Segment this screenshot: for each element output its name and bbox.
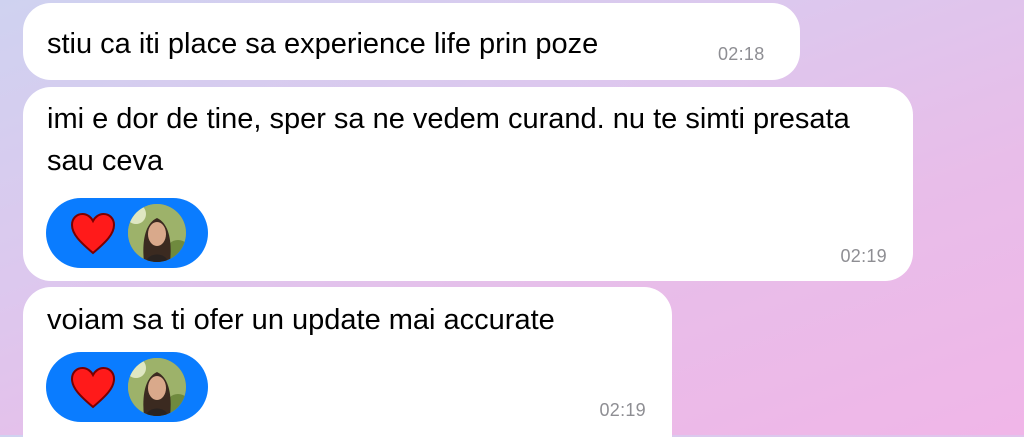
message-timestamp: 02:18 (718, 44, 765, 64)
reaction-pill[interactable] (46, 352, 208, 422)
avatar[interactable] (128, 204, 186, 262)
message-bubble[interactable]: voiam sa ti ofer un update mai accurate … (23, 287, 672, 437)
heart-icon (70, 213, 116, 255)
message-bubble[interactable]: stiu ca iti place sa experience life pri… (23, 3, 800, 80)
message-text: imi e dor de tine, sper sa ne vedem cura… (47, 103, 850, 177)
message-bubble[interactable]: imi e dor de tine, sper sa ne vedem cura… (23, 87, 913, 281)
message-text: voiam sa ti ofer un update mai accurate (47, 304, 555, 336)
message-timestamp: 02:19 (840, 246, 887, 266)
message-timestamp: 02:19 (599, 400, 646, 420)
avatar[interactable] (128, 358, 186, 416)
heart-icon (70, 367, 116, 409)
message-text: stiu ca iti place sa experience life pri… (47, 28, 599, 60)
reaction-pill[interactable] (46, 198, 208, 268)
